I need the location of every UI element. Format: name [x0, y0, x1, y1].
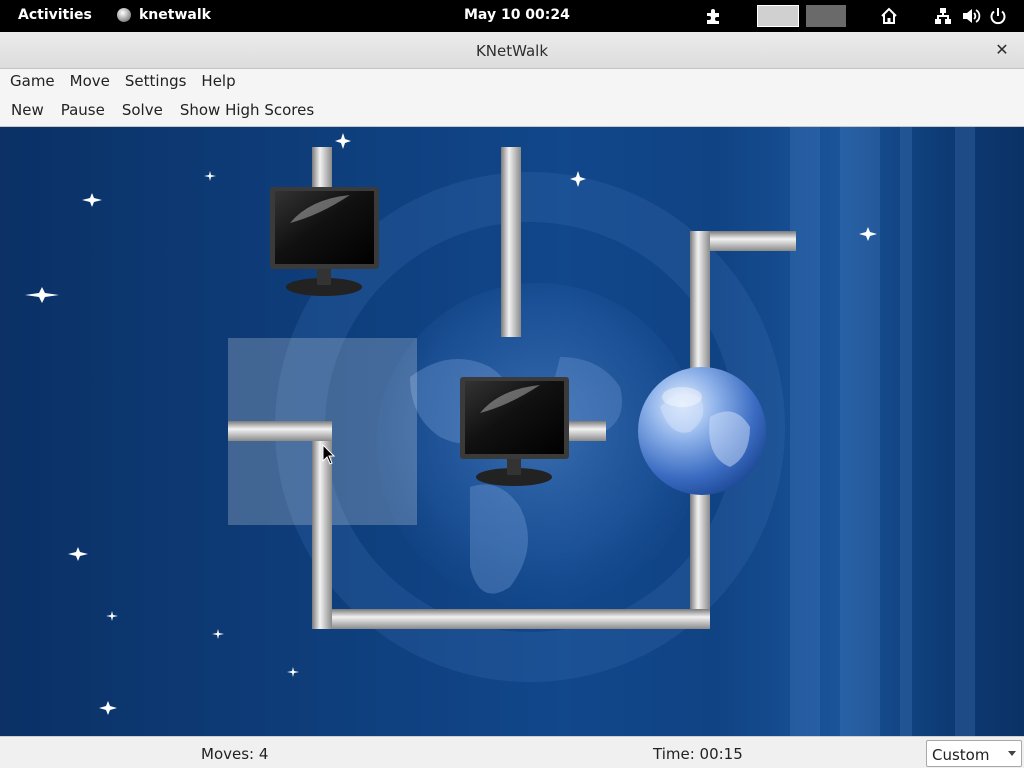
background-streaks	[790, 127, 975, 736]
menu-help[interactable]: Help	[191, 69, 240, 93]
system-top-bar: Activities knetwalk May 10 00:24	[0, 0, 1024, 32]
menu-game[interactable]: Game	[0, 69, 60, 93]
status-bar: Moves: 4 Time: 00:15 Custom	[0, 736, 1024, 768]
toolbar: New Pause Solve Show High Scores	[0, 93, 1024, 127]
new-game-button[interactable]: New	[0, 101, 50, 119]
window-title: KNetWalk	[475, 42, 549, 60]
extensions-icon[interactable]	[704, 6, 724, 26]
workspace-1-indicator[interactable]	[757, 5, 799, 27]
window-title-bar: KNetWalk ✕	[0, 32, 1024, 69]
network-icon[interactable]	[933, 6, 953, 26]
chevron-down-icon	[1008, 751, 1016, 756]
clock[interactable]: May 10 00:24	[464, 7, 570, 23]
solve-button[interactable]: Solve	[111, 101, 169, 119]
difficulty-select[interactable]: Custom	[926, 740, 1022, 767]
game-board[interactable]	[0, 127, 1024, 736]
menu-bar: Game Move Settings Help	[0, 69, 1024, 93]
knetwalk-app-icon	[117, 8, 131, 22]
activities-button[interactable]: Activities	[18, 7, 92, 23]
menu-settings[interactable]: Settings	[115, 69, 192, 93]
board-canvas	[25, 127, 975, 736]
pause-button[interactable]: Pause	[50, 101, 111, 119]
high-scores-button[interactable]: Show High Scores	[169, 101, 320, 119]
difficulty-value: Custom	[932, 746, 990, 764]
moves-counter: Moves: 4	[201, 745, 269, 763]
home-icon[interactable]	[879, 6, 899, 26]
close-window-button[interactable]: ✕	[992, 40, 1012, 60]
workspace-2-indicator[interactable]	[806, 5, 846, 27]
app-menu[interactable]: knetwalk	[117, 7, 211, 23]
volume-icon[interactable]	[961, 6, 981, 26]
app-menu-label: knetwalk	[139, 7, 211, 23]
server-globe-icon	[638, 367, 766, 495]
menu-move[interactable]: Move	[60, 69, 115, 93]
power-icon[interactable]	[988, 6, 1008, 26]
time-counter: Time: 00:15	[653, 745, 743, 763]
